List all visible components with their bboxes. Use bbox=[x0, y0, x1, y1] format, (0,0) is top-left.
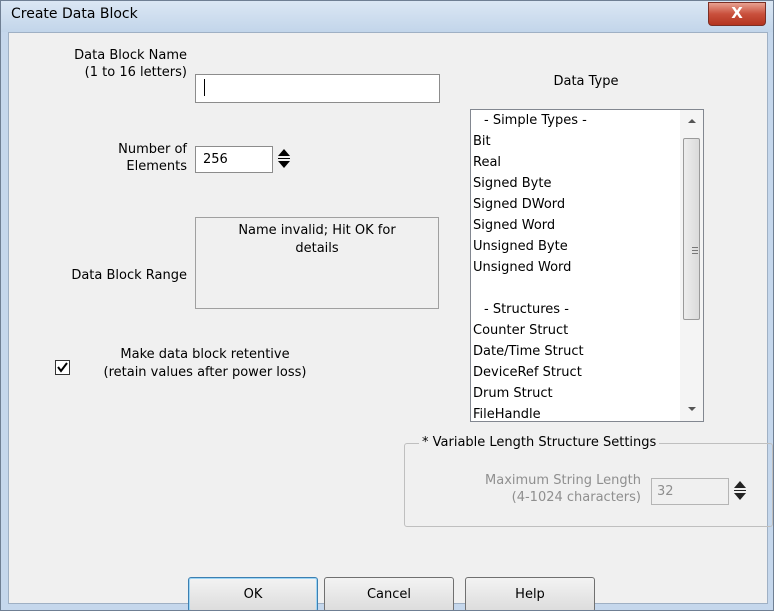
data-type-item[interactable]: Unsigned Byte bbox=[471, 236, 703, 257]
max-string-length-input[interactable]: 32 bbox=[651, 478, 729, 505]
dialog-body: Data Block Name (1 to 16 letters) Number… bbox=[8, 32, 773, 610]
data-block-name-input[interactable] bbox=[195, 74, 440, 103]
data-type-item[interactable]: FileHandle bbox=[471, 404, 703, 421]
dialog-title: Create Data Block bbox=[11, 6, 138, 22]
data-type-item[interactable]: Date/Time Struct bbox=[471, 341, 703, 362]
data-type-item[interactable]: Bit bbox=[471, 131, 703, 152]
data-type-item[interactable]: - Structures - bbox=[471, 299, 703, 320]
ok-button[interactable]: OK bbox=[188, 577, 318, 610]
data-type-item[interactable]: Signed DWord bbox=[471, 194, 703, 215]
data-block-name-label: Data Block Name (1 to 16 letters) bbox=[74, 48, 187, 80]
max-string-length-label: Maximum String Length (4-1024 characters… bbox=[485, 473, 641, 505]
range-message: Name invalid; Hit OK for details bbox=[238, 223, 396, 256]
number-of-elements-label: Number of Elements bbox=[118, 142, 187, 174]
data-type-item[interactable]: Counter Struct bbox=[471, 320, 703, 341]
data-type-listbox[interactable]: - Simple Types - Bit Real Signed Byte Signed… bbox=[470, 109, 704, 422]
data-type-item[interactable]: Signed Byte bbox=[471, 173, 703, 194]
data-block-range-box: Name invalid; Hit OK for details bbox=[195, 217, 439, 309]
max-length-spinner-icon[interactable] bbox=[733, 479, 747, 503]
help-button[interactable]: Help bbox=[465, 577, 595, 610]
data-block-range-label: Data Block Range bbox=[71, 268, 187, 283]
number-of-elements-input[interactable]: 256 bbox=[195, 146, 273, 173]
scroll-down-icon[interactable] bbox=[688, 407, 696, 411]
retentive-checkbox[interactable] bbox=[55, 360, 70, 375]
data-type-item[interactable]: Unsigned Word bbox=[471, 257, 703, 278]
scrollbar-thumb[interactable] bbox=[683, 138, 700, 320]
data-type-item[interactable]: - Simple Types - bbox=[471, 110, 703, 131]
elements-spinner-icon[interactable] bbox=[277, 147, 291, 171]
close-button[interactable]: X bbox=[708, 2, 766, 26]
data-type-item[interactable]: Drum Struct bbox=[471, 383, 703, 404]
data-type-item[interactable]: Signed Word bbox=[471, 215, 703, 236]
retentive-label: Make data block retentive (retain values… bbox=[103, 347, 307, 380]
variable-length-title: * Variable Length Structure Settings bbox=[419, 435, 660, 450]
cancel-button[interactable]: Cancel bbox=[324, 577, 454, 610]
title-bar[interactable]: Create Data Block X bbox=[1, 1, 773, 32]
data-type-item[interactable] bbox=[471, 278, 703, 299]
scroll-up-icon[interactable] bbox=[688, 119, 696, 123]
data-type-title: Data Type bbox=[553, 74, 619, 89]
checkmark-icon bbox=[57, 362, 68, 373]
listbox-scrollbar[interactable] bbox=[680, 110, 703, 421]
dialog-window: Create Data Block X Data Block Name (1 t… bbox=[0, 0, 774, 611]
data-type-item[interactable]: Real bbox=[471, 152, 703, 173]
text-cursor bbox=[204, 79, 205, 96]
data-type-item[interactable]: DeviceRef Struct bbox=[471, 362, 703, 383]
